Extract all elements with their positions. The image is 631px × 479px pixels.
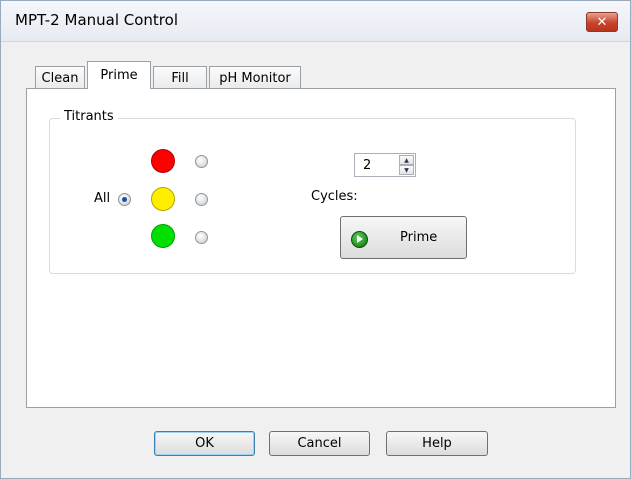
cycles-label: Cycles: (311, 189, 358, 204)
chevron-up-icon: ▲ (404, 156, 409, 164)
red-titrant-radio[interactable] (195, 155, 208, 168)
tab-fill[interactable]: Fill (153, 66, 207, 90)
close-button[interactable]: ✕ (586, 12, 618, 32)
prime-button[interactable]: Prime (340, 216, 467, 259)
title-bar: MPT-2 Manual Control ✕ (1, 1, 630, 42)
cycles-increment-button[interactable]: ▲ (399, 155, 414, 165)
help-button[interactable]: Help (386, 431, 488, 456)
titrants-group: Titrants All Cycles: 2 ▲ ▼ Prime (49, 109, 576, 274)
cycles-value: 2 (363, 158, 372, 173)
green-titrant-indicator (151, 224, 175, 248)
tab-prime-label: Prime (100, 68, 138, 83)
all-radio[interactable] (118, 193, 131, 206)
all-label: All (94, 191, 111, 206)
help-button-label: Help (422, 436, 452, 451)
tab-clean-label: Clean (41, 71, 79, 86)
red-titrant-indicator (151, 149, 175, 173)
ok-button[interactable]: OK (154, 431, 255, 456)
ok-button-label: OK (195, 436, 214, 451)
tab-fill-label: Fill (171, 71, 189, 86)
tab-clean[interactable]: Clean (35, 66, 85, 90)
yellow-titrant-indicator (151, 187, 175, 211)
play-icon (351, 231, 368, 248)
tab-prime[interactable]: Prime (87, 61, 151, 89)
window-title: MPT-2 Manual Control (15, 11, 178, 29)
cancel-button[interactable]: Cancel (269, 431, 370, 456)
close-icon: ✕ (596, 14, 608, 30)
chevron-down-icon: ▼ (404, 166, 409, 174)
yellow-titrant-radio[interactable] (195, 193, 208, 206)
titrants-group-label: Titrants (60, 109, 118, 124)
prime-tab-panel: Titrants All Cycles: 2 ▲ ▼ Prime (26, 88, 616, 408)
tab-ph-monitor[interactable]: pH Monitor (209, 66, 301, 90)
prime-button-label: Prime (400, 230, 438, 245)
cycles-decrement-button[interactable]: ▼ (399, 165, 414, 175)
cancel-button-label: Cancel (297, 436, 342, 451)
tab-ph-monitor-label: pH Monitor (219, 71, 291, 86)
green-titrant-radio[interactable] (195, 231, 208, 244)
dialog-window: MPT-2 Manual Control ✕ Clean Prime Fill … (0, 0, 631, 479)
cycles-stepper[interactable]: 2 ▲ ▼ (354, 153, 416, 177)
